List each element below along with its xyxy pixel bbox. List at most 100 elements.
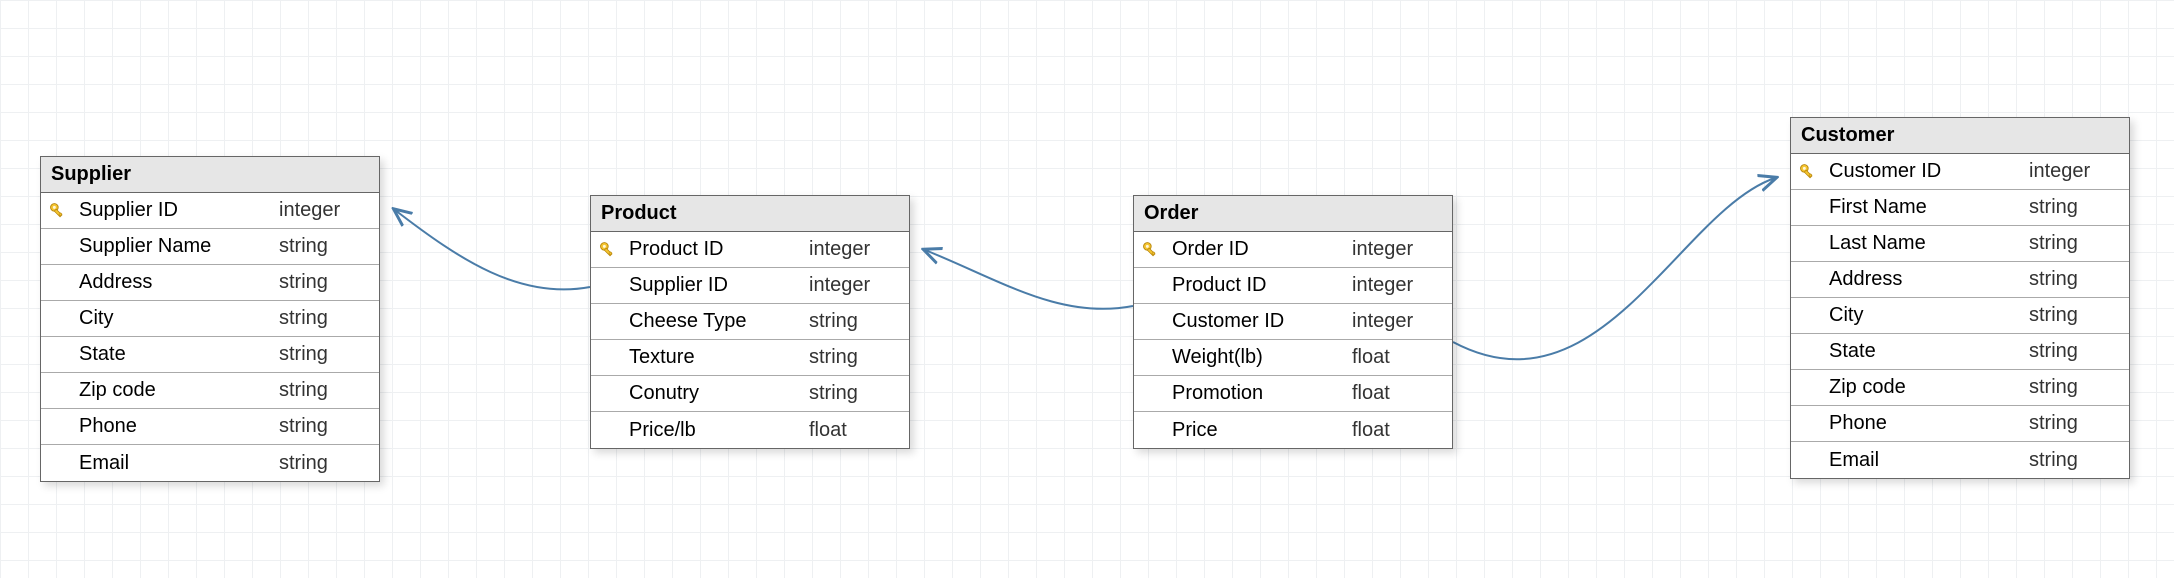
field-row[interactable]: Texturestring xyxy=(591,340,909,376)
entity-title: Supplier xyxy=(41,157,379,193)
field-name: First Name xyxy=(1825,196,2029,219)
field-row[interactable]: Zip codestring xyxy=(41,373,379,409)
field-row[interactable]: Last Namestring xyxy=(1791,226,2129,262)
field-row[interactable]: First Namestring xyxy=(1791,190,2129,226)
field-row[interactable]: Weight(lb)float xyxy=(1134,340,1452,376)
entity-title: Order xyxy=(1134,196,1452,232)
field-name: State xyxy=(1825,340,2029,363)
field-name: Product ID xyxy=(1168,274,1352,297)
field-type: string xyxy=(279,235,369,258)
field-name: State xyxy=(75,343,279,366)
field-row[interactable]: Phonestring xyxy=(41,409,379,445)
field-row[interactable]: Product IDinteger xyxy=(1134,268,1452,304)
field-name: Supplier ID xyxy=(75,199,279,222)
field-name: Product ID xyxy=(625,238,809,261)
field-type: string xyxy=(809,310,899,333)
pk-cell xyxy=(1134,240,1168,260)
field-row[interactable]: Statestring xyxy=(1791,334,2129,370)
field-row[interactable]: Citystring xyxy=(1791,298,2129,334)
field-name: Weight(lb) xyxy=(1168,346,1352,369)
field-row[interactable]: Emailstring xyxy=(41,445,379,481)
field-name: Texture xyxy=(625,346,809,369)
key-icon xyxy=(598,240,618,260)
field-name: Zip code xyxy=(1825,376,2029,399)
field-row[interactable]: Statestring xyxy=(41,337,379,373)
field-name: Phone xyxy=(1825,412,2029,435)
field-name: Last Name xyxy=(1825,232,2029,255)
connector-product-to-supplier xyxy=(395,210,590,289)
field-name: City xyxy=(1825,304,2029,327)
field-name: Email xyxy=(1825,449,2029,472)
field-row[interactable]: Product IDinteger xyxy=(591,232,909,268)
field-name: Conutry xyxy=(625,382,809,405)
key-icon xyxy=(1141,240,1161,260)
field-type: string xyxy=(2029,412,2119,435)
field-name: Order ID xyxy=(1168,238,1352,261)
field-name: Price/lb xyxy=(625,419,809,442)
field-row[interactable]: Conutrystring xyxy=(591,376,909,412)
field-type: string xyxy=(2029,376,2119,399)
field-row[interactable]: Price/lbfloat xyxy=(591,412,909,448)
field-type: string xyxy=(2029,268,2119,291)
field-name: Promotion xyxy=(1168,382,1352,405)
field-row[interactable]: Supplier IDinteger xyxy=(41,193,379,229)
field-type: string xyxy=(279,379,369,402)
field-type: integer xyxy=(1352,274,1442,297)
field-row[interactable]: Zip codestring xyxy=(1791,370,2129,406)
entity-customer[interactable]: Customer Customer IDintegerFirst Namestr… xyxy=(1790,117,2130,479)
field-type: string xyxy=(2029,304,2119,327)
field-type: string xyxy=(279,452,369,475)
field-name: Phone xyxy=(75,415,279,438)
field-row[interactable]: Pricefloat xyxy=(1134,412,1452,448)
field-row[interactable]: Supplier IDinteger xyxy=(591,268,909,304)
entity-product[interactable]: Product Product IDintegerSupplier IDinte… xyxy=(590,195,910,449)
field-type: float xyxy=(1352,346,1442,369)
entity-order[interactable]: Order Order IDintegerProduct IDintegerCu… xyxy=(1133,195,1453,449)
key-icon xyxy=(1798,162,1818,182)
field-type: integer xyxy=(2029,160,2119,183)
field-name: Supplier Name xyxy=(75,235,279,258)
field-type: float xyxy=(809,419,899,442)
entity-supplier[interactable]: Supplier Supplier IDintegerSupplier Name… xyxy=(40,156,380,482)
field-type: string xyxy=(809,382,899,405)
field-name: Customer ID xyxy=(1168,310,1352,333)
field-row[interactable]: Order IDinteger xyxy=(1134,232,1452,268)
entity-title: Customer xyxy=(1791,118,2129,154)
pk-cell xyxy=(41,201,75,221)
connector-order-to-product xyxy=(925,250,1133,309)
field-row[interactable]: Customer IDinteger xyxy=(1134,304,1452,340)
field-name: Address xyxy=(1825,268,2029,291)
field-row[interactable]: Citystring xyxy=(41,301,379,337)
field-type: integer xyxy=(809,238,899,261)
field-row[interactable]: Addressstring xyxy=(41,265,379,301)
field-name: Customer ID xyxy=(1825,160,2029,183)
field-row[interactable]: Supplier Namestring xyxy=(41,229,379,265)
field-type: integer xyxy=(1352,238,1442,261)
field-row[interactable]: Emailstring xyxy=(1791,442,2129,478)
field-row[interactable]: Cheese Typestring xyxy=(591,304,909,340)
field-type: integer xyxy=(809,274,899,297)
entity-title: Product xyxy=(591,196,909,232)
field-type: string xyxy=(2029,449,2119,472)
connector-order-to-customer xyxy=(1453,178,1775,359)
field-name: City xyxy=(75,307,279,330)
key-icon xyxy=(48,201,68,221)
field-type: string xyxy=(279,271,369,294)
field-row[interactable]: Promotionfloat xyxy=(1134,376,1452,412)
field-row[interactable]: Phonestring xyxy=(1791,406,2129,442)
field-name: Supplier ID xyxy=(625,274,809,297)
field-type: string xyxy=(279,343,369,366)
field-name: Price xyxy=(1168,419,1352,442)
field-type: string xyxy=(809,346,899,369)
field-type: float xyxy=(1352,419,1442,442)
field-row[interactable]: Customer IDinteger xyxy=(1791,154,2129,190)
field-type: string xyxy=(279,307,369,330)
pk-cell xyxy=(1791,162,1825,182)
pk-cell xyxy=(591,240,625,260)
field-type: integer xyxy=(1352,310,1442,333)
field-row[interactable]: Addressstring xyxy=(1791,262,2129,298)
field-name: Zip code xyxy=(75,379,279,402)
field-type: integer xyxy=(279,199,369,222)
field-type: string xyxy=(2029,196,2119,219)
field-name: Cheese Type xyxy=(625,310,809,333)
